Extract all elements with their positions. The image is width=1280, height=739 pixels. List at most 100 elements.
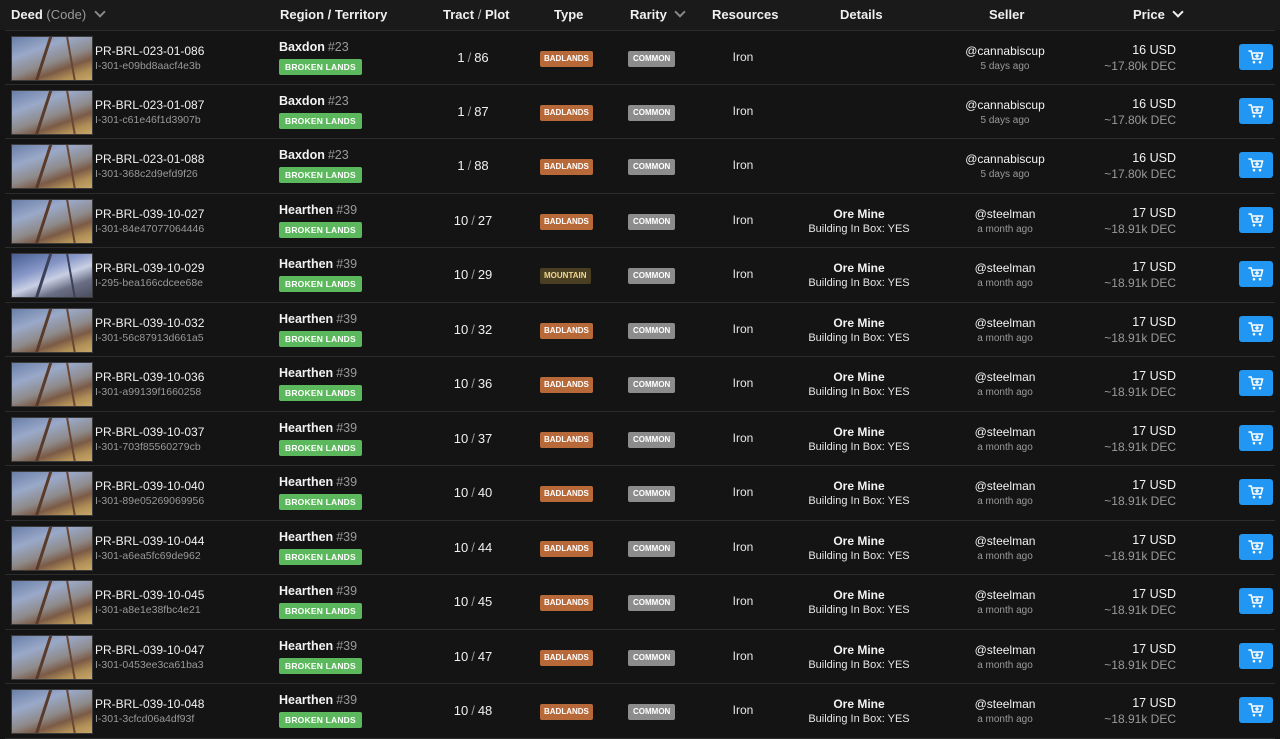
- price-dec: ~18.91k DEC: [1104, 330, 1176, 345]
- deed-code[interactable]: PR-BRL-039-10-036: [95, 370, 204, 384]
- detail-building-in-box: Building In Box: YES: [808, 604, 910, 616]
- column-tract-plot[interactable]: Tract / Plot: [443, 0, 510, 30]
- deed-code[interactable]: PR-BRL-039-10-048: [95, 697, 204, 711]
- tract-plot: 10/32: [453, 321, 493, 337]
- column-details[interactable]: Details: [840, 0, 883, 30]
- seller-name[interactable]: @cannabiscup: [945, 152, 1065, 166]
- seller-name[interactable]: @steelman: [945, 316, 1065, 330]
- seller-name[interactable]: @steelman: [945, 534, 1065, 548]
- seller-name[interactable]: @steelman: [945, 370, 1065, 384]
- tract-plot: 1/87: [457, 103, 489, 119]
- table-row[interactable]: PR-BRL-039-10-048 I-301-3cfcd06a4df93f H…: [5, 684, 1275, 739]
- buy-button[interactable]: [1239, 697, 1273, 723]
- buy-button[interactable]: [1239, 315, 1273, 342]
- resource-value: Iron: [732, 648, 754, 663]
- deed-thumbnail: [11, 36, 93, 81]
- deed-code[interactable]: PR-BRL-039-10-032: [95, 316, 204, 330]
- buy-button[interactable]: [1239, 479, 1273, 505]
- price-dec: ~18.91k DEC: [1104, 603, 1176, 617]
- seller-name[interactable]: @cannabiscup: [945, 44, 1065, 58]
- price-usd: 17 USD: [1132, 314, 1176, 329]
- shopping-cart-icon: [1248, 50, 1264, 64]
- deed-code[interactable]: PR-BRL-039-10-037: [95, 425, 204, 439]
- column-price[interactable]: Price: [1133, 0, 1185, 30]
- buy-button[interactable]: [1239, 97, 1273, 124]
- buy-button[interactable]: [1239, 642, 1273, 669]
- deed-uid: I-301-a99139f1660258: [95, 386, 202, 398]
- seller-name[interactable]: @cannabiscup: [945, 98, 1065, 112]
- price-dec: ~17.80k DEC: [1104, 167, 1176, 181]
- buy-button[interactable]: [1239, 370, 1273, 396]
- table-row[interactable]: PR-BRL-039-10-044 I-301-a6ea5fc69de962 H…: [5, 520, 1275, 575]
- buy-button[interactable]: [1239, 206, 1273, 233]
- type-badge: BADLANDS: [540, 540, 593, 557]
- deed-code[interactable]: PR-BRL-039-10-045: [95, 588, 204, 602]
- detail-building: Ore Mine: [833, 315, 885, 330]
- shopping-cart-icon: [1248, 539, 1264, 553]
- table-row[interactable]: PR-BRL-023-01-088 I-301-368c2d9efd9f26 B…: [5, 139, 1275, 194]
- shopping-cart-icon: [1248, 158, 1264, 172]
- table-row[interactable]: PR-BRL-039-10-045 I-301-a8e1e38fbc4e21 H…: [5, 575, 1275, 630]
- table-row[interactable]: PR-BRL-039-10-037 I-301-703f85560279cb H…: [5, 411, 1275, 466]
- seller-name[interactable]: @steelman: [945, 479, 1065, 493]
- column-type[interactable]: Type: [554, 0, 583, 30]
- resource-value: Iron: [732, 594, 754, 608]
- seller-name[interactable]: @steelman: [945, 697, 1065, 711]
- table-row[interactable]: PR-BRL-023-01-086 I-301-e09bd8aacf4e3b B…: [5, 30, 1275, 85]
- deed-code[interactable]: PR-BRL-039-10-047: [95, 643, 204, 657]
- detail-building-in-box: Building In Box: YES: [808, 658, 910, 671]
- deed-code[interactable]: PR-BRL-039-10-044: [95, 534, 204, 548]
- plot-value: 32: [477, 321, 493, 337]
- seller-name[interactable]: @steelman: [945, 425, 1065, 439]
- region-name: Hearthen #39: [279, 311, 358, 326]
- buy-button[interactable]: [1239, 44, 1273, 70]
- table-row[interactable]: PR-BRL-039-10-047 I-301-0453ee3ca61ba3 H…: [5, 629, 1275, 684]
- column-resources[interactable]: Resources: [712, 0, 778, 30]
- detail-building: Ore Mine: [833, 479, 885, 493]
- column-region[interactable]: Region / Territory: [280, 0, 387, 30]
- deed-code[interactable]: PR-BRL-039-10-027: [95, 207, 204, 221]
- listed-ago: a month ago: [977, 550, 1033, 562]
- column-rarity[interactable]: Rarity: [630, 0, 687, 30]
- plot-value: 48: [477, 703, 493, 718]
- territory-badge: BROKEN LANDS: [279, 167, 362, 183]
- seller-name[interactable]: @steelman: [945, 261, 1065, 275]
- table-row[interactable]: PR-BRL-039-10-040 I-301-89e05269069956 H…: [5, 466, 1275, 521]
- tract-plot: 10/29: [453, 267, 493, 282]
- buy-button[interactable]: [1239, 152, 1273, 178]
- deed-uid: I-301-368c2d9efd9f26: [95, 168, 198, 180]
- deed-code[interactable]: PR-BRL-023-01-088: [95, 152, 204, 166]
- column-seller[interactable]: Seller: [989, 0, 1024, 30]
- deed-code[interactable]: PR-BRL-023-01-086: [95, 44, 204, 58]
- table-row[interactable]: PR-BRL-039-10-032 I-301-56c87913d661a5 H…: [5, 302, 1275, 357]
- buy-button[interactable]: [1239, 533, 1273, 560]
- column-deed[interactable]: Deed (Code): [11, 0, 106, 30]
- deed-code[interactable]: PR-BRL-039-10-029: [95, 261, 204, 275]
- table-row[interactable]: PR-BRL-039-10-029 I-295-bea166cdcee68e H…: [5, 248, 1275, 303]
- deed-uid: I-301-a6ea5fc69de962: [95, 549, 201, 562]
- deed-code[interactable]: PR-BRL-023-01-087: [95, 98, 204, 112]
- type-badge: BADLANDS: [540, 51, 593, 67]
- price-usd: 16 USD: [1132, 43, 1176, 57]
- rarity-badge: COMMON: [628, 540, 676, 557]
- shopping-cart-icon: [1248, 430, 1264, 444]
- region-number: #39: [336, 529, 358, 544]
- seller-name[interactable]: @steelman: [945, 643, 1065, 657]
- plot-value: 88: [474, 158, 489, 173]
- seller-name[interactable]: @steelman: [945, 588, 1065, 602]
- table-row[interactable]: PR-BRL-023-01-087 I-301-c61e46f1d3907b B…: [5, 84, 1275, 139]
- listed-ago: a month ago: [977, 223, 1033, 235]
- listed-ago: a month ago: [977, 441, 1033, 453]
- buy-button[interactable]: [1239, 424, 1273, 451]
- resource-value: Iron: [732, 158, 754, 172]
- buy-button[interactable]: [1239, 588, 1273, 614]
- territory-badge: BROKEN LANDS: [279, 712, 362, 728]
- deed-thumbnail: [11, 525, 93, 571]
- table-row[interactable]: PR-BRL-039-10-036 I-301-a99139f1660258 H…: [5, 357, 1275, 412]
- seller-name[interactable]: @steelman: [945, 207, 1065, 221]
- price-usd: 17 USD: [1132, 696, 1176, 710]
- buy-button[interactable]: [1239, 261, 1273, 287]
- rarity-badge: COMMON: [628, 649, 676, 666]
- table-row[interactable]: PR-BRL-039-10-027 I-301-84e47077064446 H…: [5, 193, 1275, 248]
- deed-code[interactable]: PR-BRL-039-10-040: [95, 479, 204, 493]
